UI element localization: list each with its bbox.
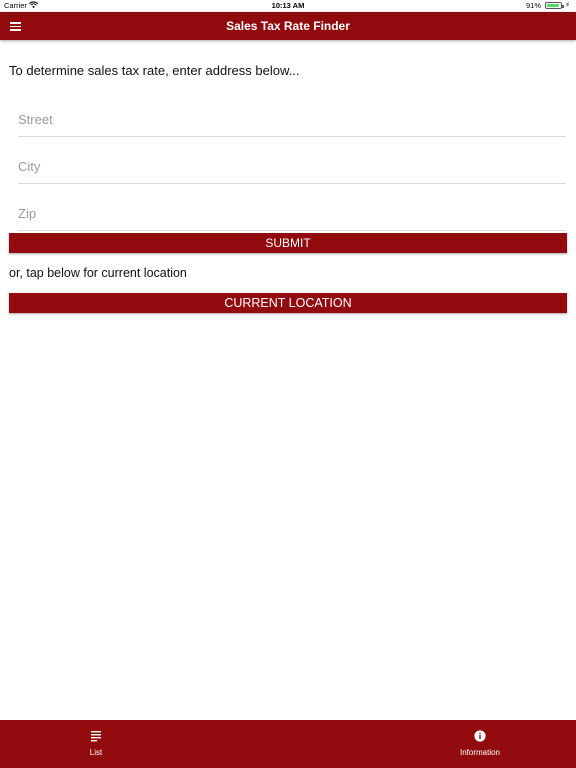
- tab-information-label: Information: [459, 748, 501, 757]
- info-icon: [474, 730, 486, 742]
- status-bar: Carrier 10:13 AM 91% ⚡: [0, 0, 576, 12]
- charging-icon: ⚡: [565, 2, 570, 9]
- street-field: [18, 97, 566, 137]
- city-field: [18, 144, 566, 184]
- battery-icon: [545, 2, 564, 9]
- battery-fill: [547, 4, 559, 7]
- street-input[interactable]: [18, 112, 566, 127]
- list-icon: [91, 731, 101, 742]
- zip-input[interactable]: [18, 206, 566, 221]
- city-input[interactable]: [18, 159, 566, 174]
- current-location-button[interactable]: CURRENT LOCATION: [9, 293, 567, 313]
- clock: 10:13 AM: [271, 1, 305, 10]
- intro-text: To determine sales tax rate, enter addre…: [9, 63, 300, 78]
- tab-list[interactable]: List: [36, 720, 156, 768]
- zip-field: [18, 191, 566, 231]
- battery-nub: [562, 4, 564, 8]
- tab-list-label: List: [89, 748, 103, 757]
- battery-percent: 91%: [525, 1, 541, 10]
- app-bar: Sales Tax Rate Finder: [0, 12, 576, 40]
- current-location-hint: or, tap below for current location: [9, 266, 187, 280]
- bottom-tab-bar: List Information: [0, 720, 576, 768]
- page-title: Sales Tax Rate Finder: [226, 19, 350, 33]
- submit-button[interactable]: SUBMIT: [9, 233, 567, 253]
- tab-information[interactable]: Information: [420, 720, 540, 768]
